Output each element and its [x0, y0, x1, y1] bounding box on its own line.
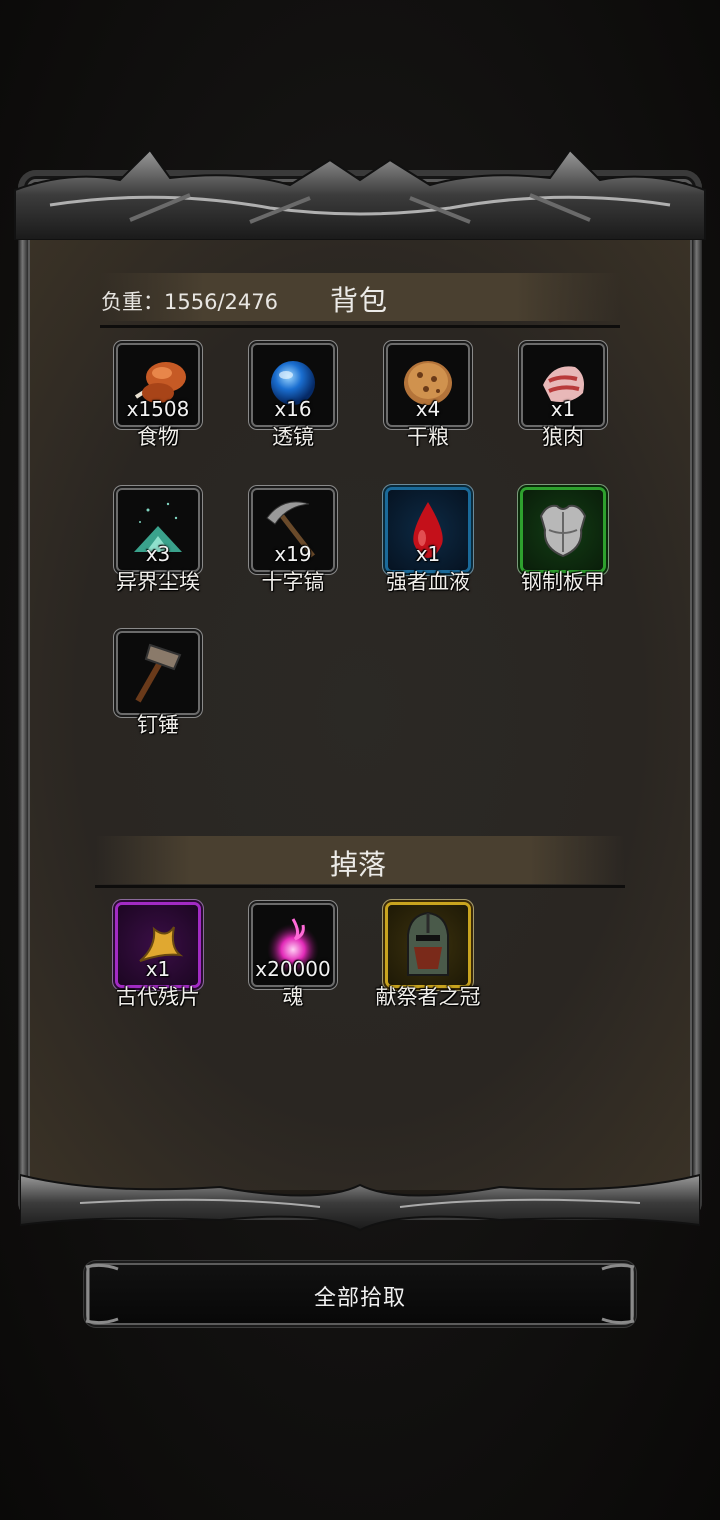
backpack-item-pickaxe[interactable]: x19 十字镐 [240, 490, 350, 600]
item-name: 干粮 [407, 425, 449, 449]
backpack-title: 背包 [330, 284, 389, 317]
backpack-item-food[interactable]: x1508 食物 [105, 345, 215, 455]
frame-left-bar [18, 240, 28, 1180]
item-count: x4 [415, 397, 441, 421]
pickup-all-label: 全部拾取 [313, 1286, 406, 1311]
backpack-item-wolf-meat[interactable]: x1 狼肉 [510, 345, 620, 455]
item-name: 十字镐 [261, 570, 325, 594]
backpack-item-strong-blood[interactable]: x1 强者血液 [375, 490, 485, 600]
header-divider [100, 325, 620, 328]
drops-title: 掉落 [330, 848, 387, 881]
item-name: 食物 [137, 425, 179, 449]
frame-right-bar [692, 240, 702, 1180]
item-name: 异界尘埃 [116, 570, 200, 594]
item-count: x1 [145, 957, 171, 981]
item-count: x20000 [255, 957, 331, 981]
sacrificer-helm-icon [407, 911, 449, 976]
item-name: 狼肉 [542, 425, 584, 449]
item-count: x1 [415, 542, 441, 566]
drop-item-ancient-fragment[interactable]: x1 古代残片 [105, 905, 215, 1015]
item-count: x19 [274, 542, 312, 566]
item-count: x1 [550, 397, 576, 421]
item-count: x1508 [126, 397, 190, 421]
item-name: 献祭者之冠 [375, 985, 481, 1009]
item-count: x3 [145, 542, 171, 566]
weight-label: 负重：1556/2476 [101, 290, 278, 314]
loot-screen: 负重：1556/2476 背包 x1508 食物 x16 透镜 x4 干粮 x1… [0, 0, 720, 1520]
backpack-item-hammer[interactable]: 钉锤 [105, 633, 215, 743]
item-name: 古代残片 [116, 985, 200, 1009]
drop-item-sacrificer-crown[interactable]: 献祭者之冠 [375, 905, 485, 1015]
backpack-item-steel-plate-armor[interactable]: 钢制板甲 [510, 490, 620, 600]
item-name: 钉锤 [137, 713, 179, 737]
item-slot-uncommon [523, 490, 603, 570]
frame-top-ornament [14, 150, 706, 240]
item-slot-legendary [388, 905, 468, 985]
item-name: 魂 [282, 985, 304, 1009]
item-slot [118, 633, 198, 713]
drop-item-soul[interactable]: x20000 魂 [240, 905, 350, 1015]
drops-divider [95, 885, 625, 888]
frame-bottom-ornament [20, 1173, 700, 1232]
steel-plate-armor-icon [539, 504, 587, 558]
item-name: 钢制板甲 [521, 570, 605, 594]
hammer-icon [135, 643, 182, 703]
item-name: 透镜 [272, 425, 314, 449]
backpack-item-lens[interactable]: x16 透镜 [240, 345, 350, 455]
backpack-item-ration[interactable]: x4 干粮 [375, 345, 485, 455]
item-name: 强者血液 [386, 570, 470, 594]
item-count: x16 [274, 397, 312, 421]
backpack-item-otherworld-dust[interactable]: x3 异界尘埃 [105, 490, 215, 600]
pickup-all-button[interactable]: 全部拾取 [85, 1263, 635, 1325]
